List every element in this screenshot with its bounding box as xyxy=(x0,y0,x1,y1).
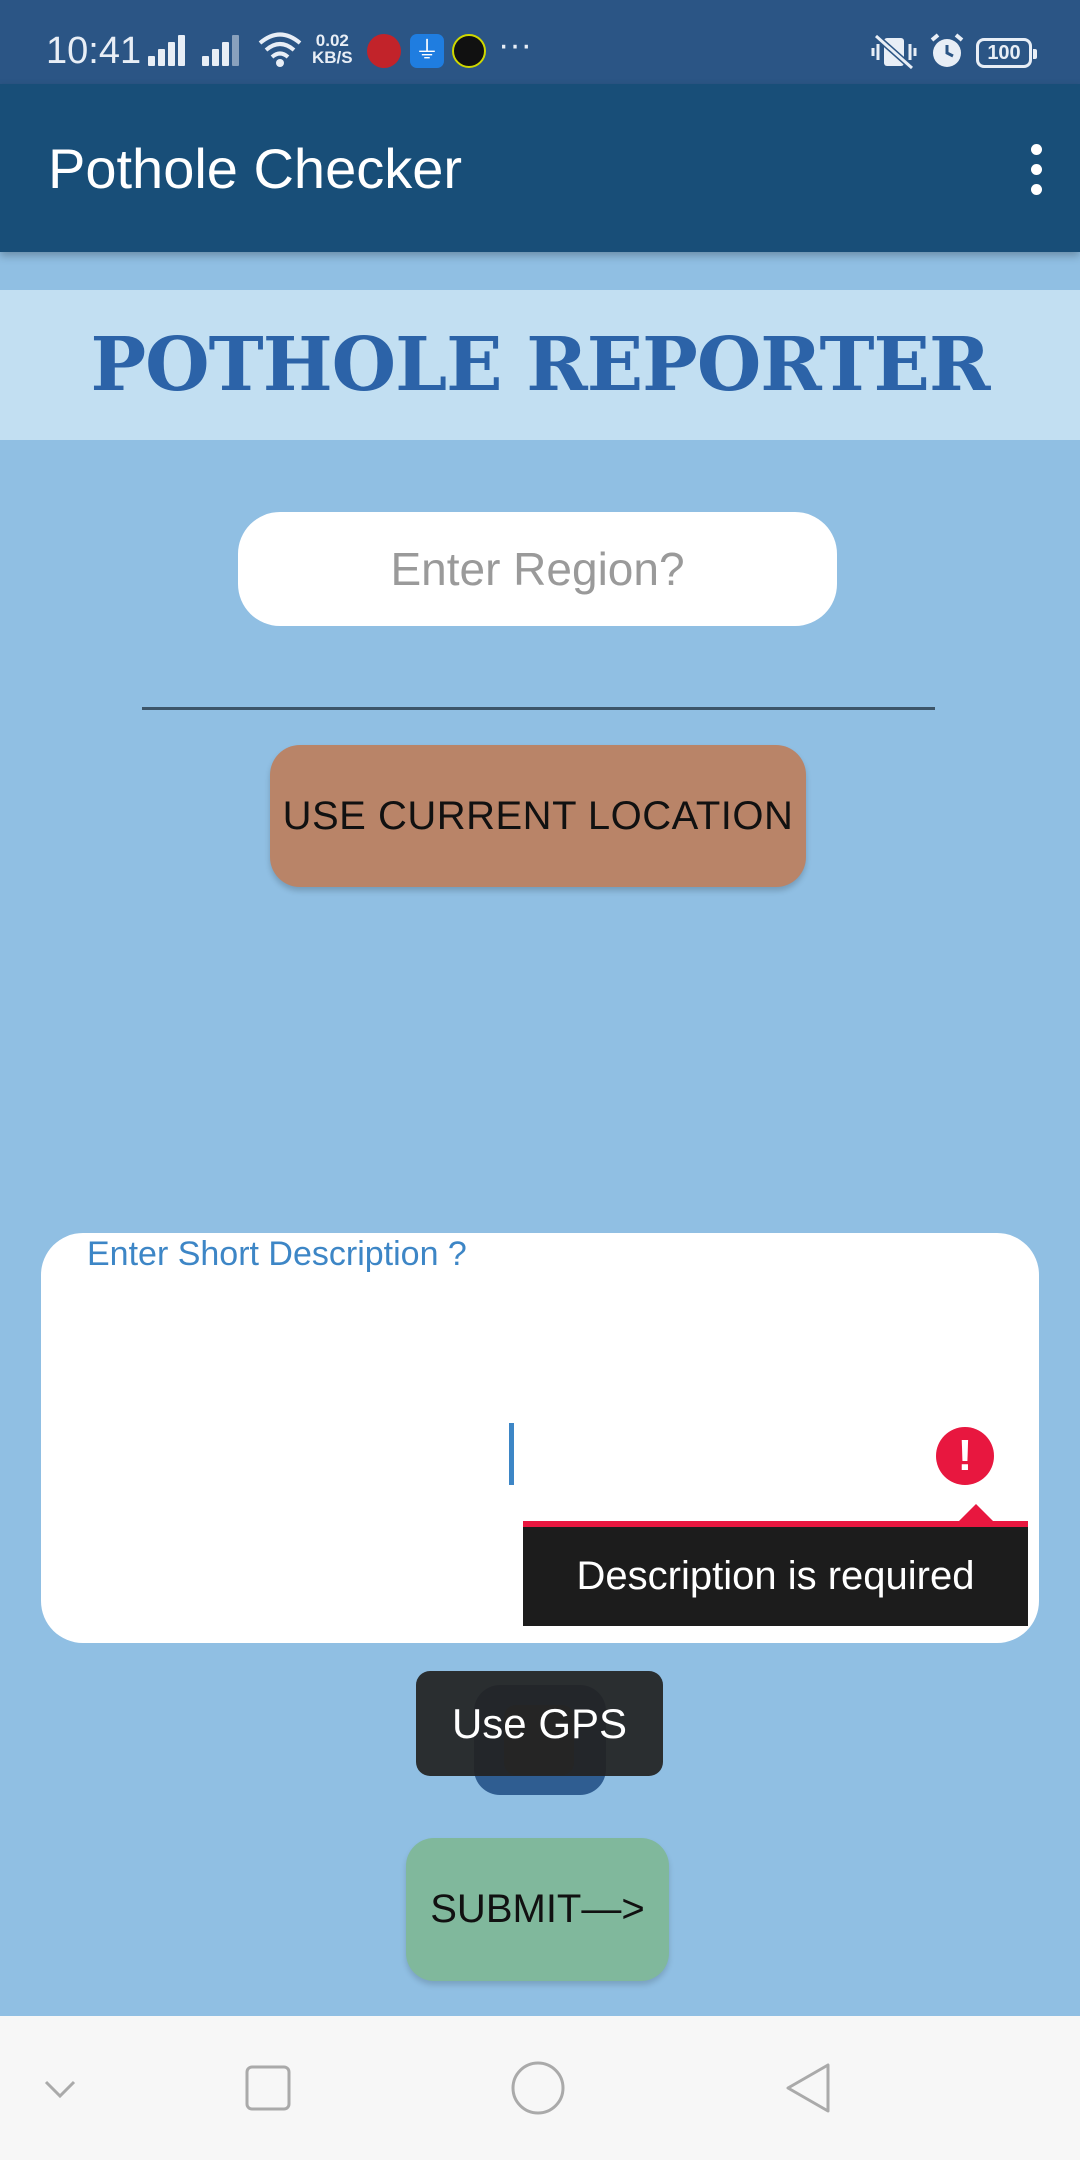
wifi-icon xyxy=(258,32,302,67)
use-current-location-button[interactable]: USE CURRENT LOCATION xyxy=(270,745,806,887)
alarm-icon xyxy=(930,33,964,67)
error-icon[interactable]: ! xyxy=(936,1427,994,1485)
notification-app-icon-2 xyxy=(452,34,486,68)
overflow-menu-icon[interactable] xyxy=(1026,144,1046,196)
notification-app-icon xyxy=(367,34,401,68)
divider xyxy=(142,707,935,710)
status-time: 10:41 xyxy=(46,30,142,72)
home-icon[interactable] xyxy=(510,2060,566,2116)
app-title: Pothole Checker xyxy=(48,137,463,200)
navigation-bar xyxy=(0,2016,1080,2160)
signal-icon xyxy=(148,30,190,66)
back-icon[interactable] xyxy=(784,2062,834,2114)
page-title: POTHOLE REPORTER xyxy=(90,322,991,408)
collapse-icon[interactable] xyxy=(40,2068,80,2108)
signal-icon-2 xyxy=(202,30,244,66)
network-speed-unit: KB/S xyxy=(312,48,353,67)
app-bar: Pothole Checker xyxy=(0,84,1080,252)
battery-icon: 100 xyxy=(976,38,1037,68)
mute-vibrate-icon xyxy=(871,34,917,70)
submit-button[interactable]: SUBMIT—> xyxy=(406,1838,669,1981)
error-tooltip: Description is required xyxy=(523,1521,1028,1626)
header-banner: POTHOLE REPORTER xyxy=(0,290,1080,440)
usb-icon: ⏚ xyxy=(410,34,444,68)
recents-icon[interactable] xyxy=(244,2064,292,2112)
text-cursor xyxy=(509,1423,514,1485)
region-input[interactable] xyxy=(238,512,837,626)
status-bar: 10:41 0.02 KB/S ⏚ ··· 100 xyxy=(0,0,1080,84)
gps-toast: Use GPS xyxy=(416,1671,663,1776)
network-speed: 0.02 KB/S xyxy=(312,32,353,66)
more-notifications-icon: ··· xyxy=(498,26,532,64)
description-label: Enter Short Description ? xyxy=(87,1235,467,1273)
network-speed-value: 0.02 xyxy=(315,31,349,50)
error-tooltip-pointer xyxy=(958,1504,994,1522)
